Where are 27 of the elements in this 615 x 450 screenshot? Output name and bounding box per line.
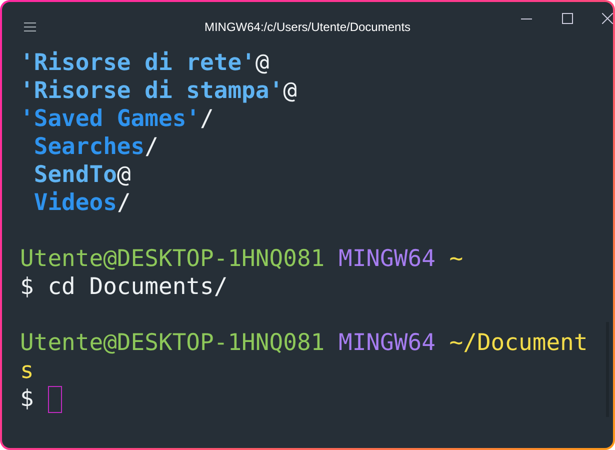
terminal-text: @ [116,161,131,189]
minimize-icon[interactable] [521,18,532,20]
terminal-text: @ [283,77,297,105]
terminal-text: $ [20,385,34,413]
terminal-text: $ cd Documents/ [20,273,228,301]
prompt-system: MINGW64 [337,329,436,357]
symlink-name: 'Risorse di rete' [20,49,256,77]
prompt-user-host: Utente@DESKTOP-1HNQ081 [20,329,325,357]
directory-name: Searches [32,133,145,161]
menu-icon[interactable] [24,22,36,32]
symlink-name: SendTo [32,161,117,189]
terminal-text: / [144,133,158,161]
text-cursor [48,386,62,413]
symlink-name: 'Risorse di stampa' [20,77,284,105]
prompt-path: s [20,357,34,385]
directory-name: 'Saved Games' [20,105,200,133]
terminal-text: / [116,189,131,217]
prompt-path: ~ [448,245,464,273]
window-title: MINGW64:/c/Users/Utente/Documents [204,19,411,36]
prompt-system: MINGW64 [337,245,436,273]
terminal-text: @ [255,49,270,77]
directory-name: Videos [32,189,117,217]
prompt-user-host: Utente@DESKTOP-1HNQ081 [20,245,325,273]
close-icon[interactable] [602,13,613,24]
terminal-text: / [200,105,214,133]
prompt-path: ~/Document [448,329,588,357]
maximize-icon[interactable] [562,13,573,24]
